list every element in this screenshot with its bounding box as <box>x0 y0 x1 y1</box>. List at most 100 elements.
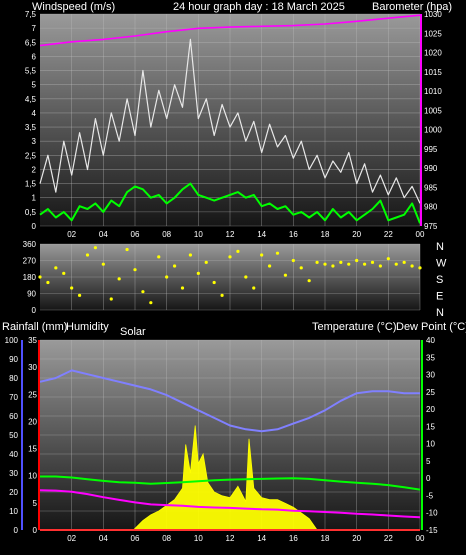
direction-point <box>299 266 303 270</box>
humidity-tick-label: 50 <box>9 431 18 440</box>
direction-point <box>228 255 232 259</box>
direction-point <box>402 260 406 264</box>
wind-x-tick-label: 16 <box>289 230 298 239</box>
solar-label: Solar <box>120 326 146 338</box>
wind-x-tick-label: 08 <box>162 230 171 239</box>
direction-point <box>141 290 145 294</box>
direction-point <box>46 280 50 285</box>
direction-point <box>244 275 248 279</box>
direction-point <box>204 260 208 264</box>
direction-tick-label: 360 <box>23 240 37 249</box>
dewpoint-axis-title: Dew Point (°C) <box>396 321 466 333</box>
direction-point <box>362 262 367 266</box>
temperature-x-tick-label: 18 <box>321 534 330 543</box>
humidity-tick-label: 70 <box>9 393 18 402</box>
windspeed-tick-label: 7 <box>32 24 37 33</box>
humidity-tick-label: 40 <box>9 450 18 459</box>
temperature-tick-label: 35 <box>426 353 435 362</box>
direction-point <box>93 246 98 250</box>
direction-point <box>70 286 74 290</box>
rainfall-tick-label: 0 <box>33 526 38 535</box>
barometer-tick-label: 1025 <box>424 29 442 38</box>
temperature-x-tick-label: 06 <box>131 534 140 543</box>
direction-point <box>260 253 264 257</box>
temperature-x-tick-label: 10 <box>194 534 203 543</box>
compass-label: S <box>436 274 443 286</box>
barometer-tick-label: 1030 <box>424 10 442 19</box>
barometer-tick-label: 990 <box>424 164 438 173</box>
humidity-tick-label: 60 <box>9 412 18 421</box>
direction-point <box>378 264 383 268</box>
humidity-tick-label: 80 <box>9 374 18 383</box>
direction-tick-label: 180 <box>23 273 37 282</box>
direction-point <box>196 271 200 275</box>
wind-x-tick-label: 06 <box>131 230 140 239</box>
wind-x-tick-label: 10 <box>194 230 203 239</box>
windspeed-tick-label: 0 <box>32 222 37 231</box>
compass-label: N <box>436 241 444 253</box>
windspeed-tick-label: 4 <box>32 109 37 118</box>
temperature-tick-label: 0 <box>426 474 431 483</box>
windspeed-tick-label: 0,5 <box>25 208 37 217</box>
wind-x-tick-label: 22 <box>384 230 393 239</box>
temperature-x-tick-label: 16 <box>289 534 298 543</box>
direction-point <box>54 266 58 270</box>
direction-point <box>386 257 390 261</box>
direction-point <box>339 260 343 264</box>
direction-point <box>220 293 224 297</box>
direction-point <box>307 279 311 283</box>
direction-point <box>418 266 422 270</box>
direction-point <box>323 262 327 266</box>
humidity-tick-label: 30 <box>9 469 18 478</box>
barometer-tick-label: 1000 <box>424 126 442 135</box>
direction-point <box>331 264 335 268</box>
direction-point <box>180 286 185 290</box>
windspeed-tick-label: 7,5 <box>25 10 37 19</box>
temperature-x-tick-label: 20 <box>352 534 361 543</box>
wind-x-tick-label: 00 <box>416 230 425 239</box>
temperature-tick-label: 15 <box>426 422 435 431</box>
barometer-tick-label: 1015 <box>424 68 442 77</box>
temperature-x-tick-label: 02 <box>67 534 76 543</box>
windspeed-tick-label: 5 <box>32 81 37 90</box>
windspeed-tick-label: 2,5 <box>25 151 37 160</box>
weather-chart: Windspeed (m/s) 24 hour graph day : 18 M… <box>2 1 466 543</box>
direction-point <box>212 280 216 285</box>
temperature-x-tick-label: 08 <box>162 534 171 543</box>
humidity-axis-title: Humidity <box>66 321 109 333</box>
direction-point <box>157 255 161 259</box>
compass-label: E <box>436 291 443 303</box>
temperature-tick-label: 20 <box>426 405 435 414</box>
direction-point <box>188 253 193 257</box>
direction-point <box>133 268 137 272</box>
wind-x-tick-label: 12 <box>226 230 235 239</box>
direction-point <box>109 297 113 301</box>
windspeed-tick-label: 6 <box>32 52 37 61</box>
temperature-x-tick-label: 00 <box>416 534 425 543</box>
temperature-x-tick-label: 04 <box>99 534 108 543</box>
direction-point <box>149 301 153 305</box>
humidity-tick-label: 20 <box>9 488 18 497</box>
rainfall-tick-label: 5 <box>33 499 38 508</box>
wind-x-tick-label: 04 <box>99 230 108 239</box>
direction-point <box>101 262 105 266</box>
temperature-tick-label: -15 <box>426 526 438 535</box>
direction-point <box>315 260 319 264</box>
barometer-tick-label: 1010 <box>424 87 442 96</box>
wind-x-tick-label: 20 <box>352 230 361 239</box>
rainfall-tick-label: 25 <box>28 390 37 399</box>
windspeed-tick-label: 6,5 <box>25 38 37 47</box>
direction-point <box>38 275 42 279</box>
wind-x-tick-label: 14 <box>257 230 266 239</box>
rainfall-axis-title: Rainfall (mm) <box>2 321 67 333</box>
direction-point <box>347 262 351 266</box>
temperature-tick-label: -5 <box>426 491 434 500</box>
direction-tick-label: 90 <box>27 290 36 299</box>
humidity-tick-label: 100 <box>5 336 19 345</box>
direction-point <box>85 253 90 257</box>
barometer-tick-label: 995 <box>424 145 438 154</box>
direction-point <box>77 293 82 297</box>
chart-title: 24 hour graph day : 18 March 2025 <box>173 1 345 13</box>
humidity-tick-label: 90 <box>9 355 18 364</box>
compass-label: W <box>436 258 447 270</box>
